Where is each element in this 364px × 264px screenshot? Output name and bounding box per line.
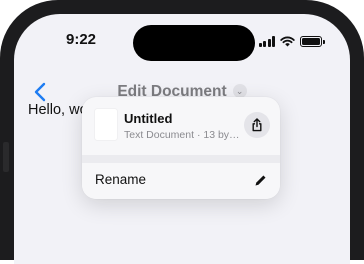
share-icon bbox=[252, 118, 262, 132]
dynamic-island bbox=[133, 25, 255, 61]
menu-item-label: Rename bbox=[95, 172, 147, 187]
pencil-icon bbox=[255, 175, 266, 186]
chevron-down-icon: ⌄ bbox=[232, 84, 247, 98]
status-time: 9:22 bbox=[66, 31, 97, 48]
menu-separator bbox=[82, 155, 280, 163]
document-thumbnail bbox=[95, 109, 117, 140]
menu-header: Untitled Text Document · 13 bytes bbox=[82, 97, 280, 155]
side-button bbox=[3, 142, 9, 172]
context-menu: Untitled Text Document · 13 bytes Rename bbox=[82, 97, 280, 199]
battery-icon bbox=[300, 36, 325, 47]
status-icons bbox=[258, 36, 325, 47]
menu-item-rename[interactable]: Rename bbox=[82, 163, 280, 199]
share-button[interactable] bbox=[244, 112, 270, 138]
wifi-icon bbox=[280, 36, 295, 47]
file-meta: Text Document · 13 bytes bbox=[124, 129, 242, 141]
phone-frame: 9:22 Edit Document ⌄ Hello, wo Untitled … bbox=[0, 0, 364, 264]
signal-bars-icon bbox=[258, 36, 275, 47]
file-name: Untitled bbox=[124, 111, 173, 126]
screen: 9:22 Edit Document ⌄ Hello, wo Untitled … bbox=[14, 14, 350, 264]
document-body-text[interactable]: Hello, wo bbox=[28, 102, 88, 118]
